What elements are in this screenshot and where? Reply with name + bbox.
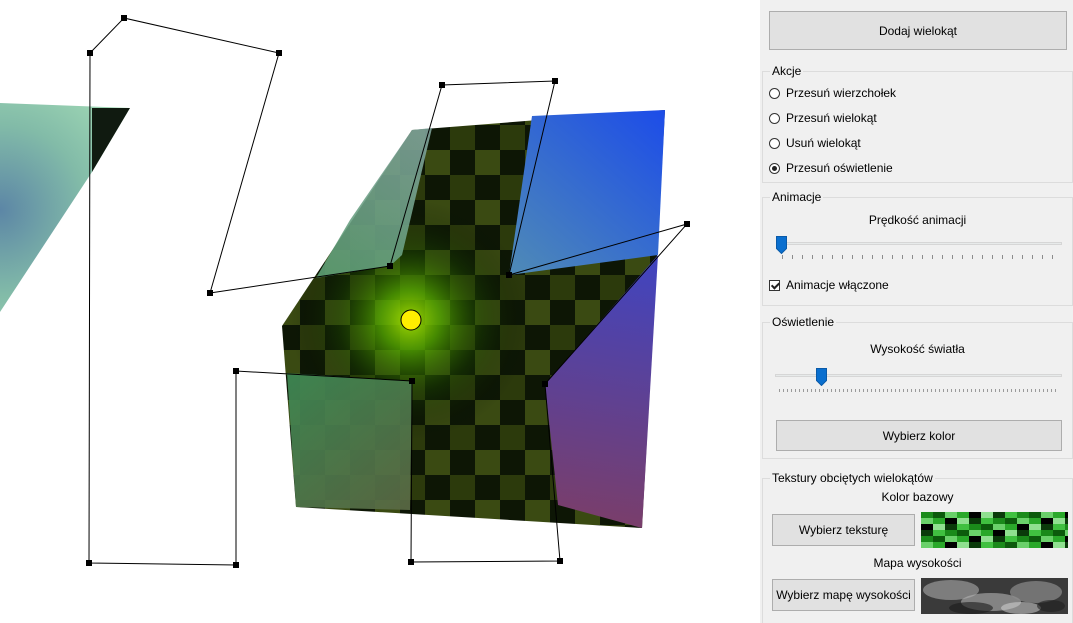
add-polygon-button[interactable]: Dodaj wielokąt bbox=[769, 11, 1067, 50]
animation-speed-slider[interactable] bbox=[776, 236, 787, 254]
green-polygon bbox=[287, 373, 412, 510]
animation-speed-ticks bbox=[782, 255, 1060, 259]
light-height-ticks bbox=[779, 389, 1057, 392]
lighting-group: Oświetlenie Wysokość światła Wybierz kol… bbox=[762, 315, 1073, 459]
base-color-label: Kolor bazowy bbox=[881, 490, 954, 504]
textures-group-title: Tekstury obciętych wielokątów bbox=[770, 471, 935, 485]
radio-label: Przesuń oświetlenie bbox=[786, 161, 893, 175]
choose-height-map-button[interactable]: Wybierz mapę wysokości bbox=[772, 579, 915, 611]
radio-indicator[interactable] bbox=[769, 87, 780, 99]
checkbox-label: Animacje włączone bbox=[786, 278, 889, 292]
choose-texture-button[interactable]: Wybierz teksturę bbox=[772, 514, 915, 546]
radio-indicator[interactable] bbox=[769, 137, 780, 149]
base-texture-preview bbox=[921, 512, 1068, 548]
animation-group-title: Animacje bbox=[770, 190, 824, 204]
height-map-preview bbox=[921, 578, 1068, 614]
height-map-label: Mapa wysokości bbox=[873, 556, 962, 570]
choose-color-button[interactable]: Wybierz kolor bbox=[776, 420, 1062, 451]
light-source-handle[interactable] bbox=[400, 309, 422, 331]
light-height-slider[interactable] bbox=[816, 368, 828, 386]
light-height-label: Wysokość światła bbox=[870, 342, 965, 356]
radio-indicator[interactable] bbox=[769, 162, 780, 174]
lighting-group-title: Oświetlenie bbox=[770, 315, 837, 329]
polygon-canvas[interactable] bbox=[0, 0, 752, 623]
actions-group-title: Akcje bbox=[770, 64, 804, 78]
control-panel: Dodaj wielokąt Akcje Przesuń wierzchołek… bbox=[760, 0, 1073, 623]
animation-enabled-checkbox[interactable]: Animacje włączone bbox=[769, 277, 889, 293]
left-dark-clip bbox=[92, 108, 130, 172]
radio-label: Usuń wielokąt bbox=[786, 136, 861, 150]
blue-polygon bbox=[509, 110, 665, 275]
animation-group: Animacje Prędkość animacji Animacje włąc… bbox=[762, 190, 1073, 306]
radio-indicator[interactable] bbox=[769, 112, 780, 124]
textures-group: Tekstury obciętych wielokątów Kolor bazo… bbox=[762, 471, 1073, 623]
checkbox-indicator[interactable] bbox=[769, 279, 780, 291]
actions-group: Akcje Przesuń wierzchołek Przesuń wielok… bbox=[762, 64, 1073, 183]
radio-label: Przesuń wielokąt bbox=[786, 111, 877, 125]
radio-label: Przesuń wierzchołek bbox=[786, 86, 897, 100]
radio-delete-polygon[interactable]: Usuń wielokąt bbox=[769, 135, 861, 151]
animation-speed-label: Prędkość animacji bbox=[868, 213, 967, 227]
radio-move-lighting[interactable]: Przesuń oświetlenie bbox=[769, 160, 893, 176]
animation-speed-track[interactable] bbox=[779, 242, 1062, 245]
radio-move-polygon[interactable]: Przesuń wielokąt bbox=[769, 110, 877, 126]
radio-move-vertex[interactable]: Przesuń wierzchołek bbox=[769, 85, 896, 101]
